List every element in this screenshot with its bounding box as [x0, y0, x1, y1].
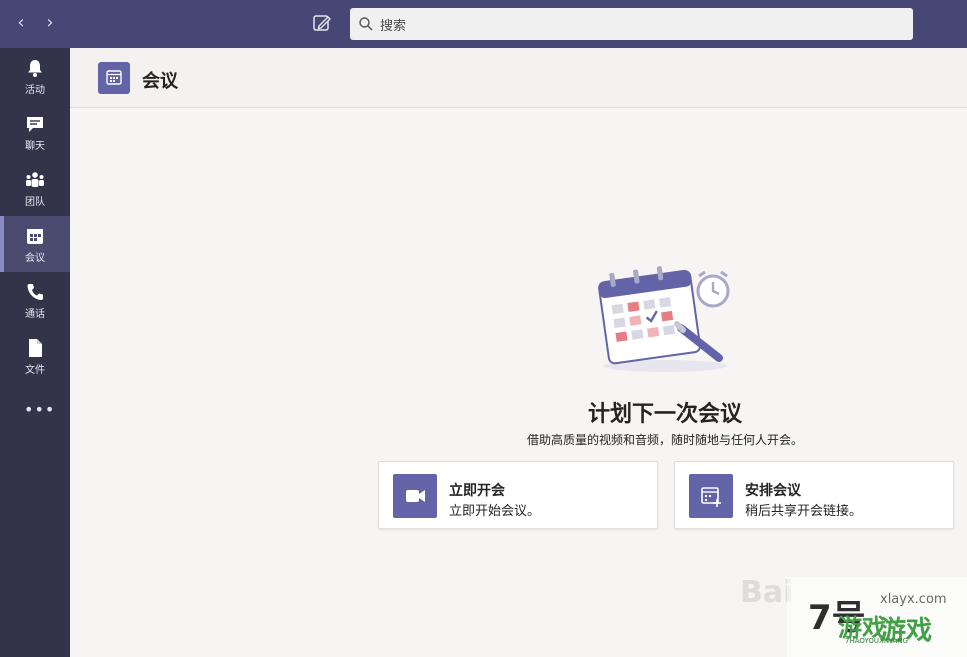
- rail-item-chat[interactable]: 聊天: [0, 104, 70, 160]
- empty-state-title: 计划下一次会议: [587, 402, 742, 427]
- rail-label-teams: 团队: [25, 197, 45, 208]
- calendar-icon: [27, 229, 43, 244]
- app-rail: 活动 聊天 团队 会议 通话 文件 •••: [0, 48, 70, 657]
- page-title: 会议: [142, 71, 178, 92]
- back-button[interactable]: ‹: [10, 12, 32, 34]
- forward-button[interactable]: ›: [39, 12, 61, 34]
- rail-item-calls[interactable]: 通话: [0, 272, 70, 328]
- compose-icon[interactable]: [311, 12, 333, 34]
- schedule-meeting-card[interactable]: 安排会议 稍后共享开会链接。: [674, 461, 954, 529]
- schedule-meeting-title: 安排会议: [745, 483, 801, 499]
- calendar-illustration: [598, 266, 730, 372]
- bell-icon: [28, 60, 42, 77]
- calendar-add-icon: [689, 474, 733, 518]
- page-header: 会议: [70, 48, 967, 108]
- chat-icon: [27, 117, 43, 132]
- meet-now-desc: 立即开始会议。: [449, 504, 541, 519]
- search-input[interactable]: 搜索: [380, 15, 406, 34]
- teams-icon: [26, 172, 44, 187]
- rail-label-files: 文件: [25, 365, 45, 376]
- rail-label-meetings: 会议: [25, 253, 45, 264]
- rail-item-teams[interactable]: 团队: [0, 160, 70, 216]
- search-icon: [359, 17, 373, 31]
- empty-state-subtitle: 借助高质量的视频和音频，随时随地与任何人开会。: [526, 433, 803, 447]
- meetings-main: 计划下一次会议 借助高质量的视频和音频，随时随地与任何人开会。 立即开会 立即开…: [70, 108, 967, 657]
- rail-label-calls: 通话: [25, 309, 45, 320]
- rail-item-activity[interactable]: 活动: [0, 48, 70, 104]
- file-icon: [29, 339, 42, 357]
- more-apps-button[interactable]: •••: [24, 400, 54, 419]
- top-bar: ‹ › 搜索: [0, 0, 967, 48]
- meet-now-card[interactable]: 立即开会 立即开始会议。: [378, 461, 658, 529]
- site-watermark-pinyin: 7HAOYOUXIWANG: [845, 637, 908, 645]
- meetings-app-icon: [98, 62, 130, 94]
- baidu-watermark: Bai: [740, 575, 794, 610]
- phone-icon: [27, 284, 43, 300]
- search-box[interactable]: 搜索: [350, 8, 913, 40]
- meet-now-title: 立即开会: [449, 483, 505, 499]
- rail-label-activity: 活动: [25, 85, 45, 96]
- rail-label-chat: 聊天: [25, 141, 45, 152]
- schedule-meeting-desc: 稍后共享开会链接。: [745, 504, 863, 519]
- rail-item-meetings[interactable]: 会议: [0, 216, 70, 272]
- rail-item-files[interactable]: 文件: [0, 328, 70, 384]
- site-watermark-url: xlayx.com: [880, 592, 947, 607]
- video-camera-icon: [393, 474, 437, 518]
